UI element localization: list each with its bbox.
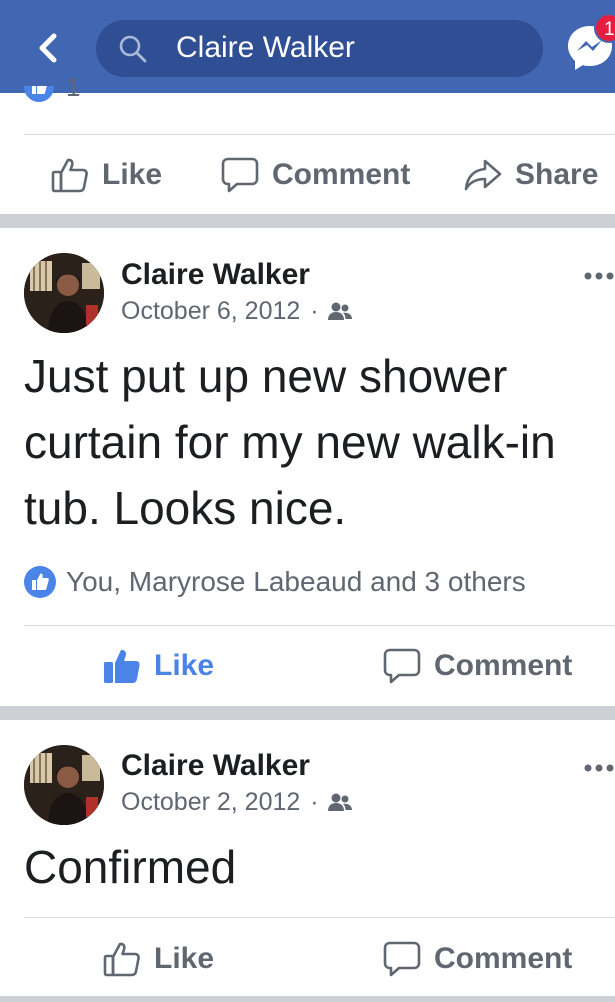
divider [24,917,615,918]
meta-separator: · [310,788,319,816]
post-date[interactable]: October 2, 2012 [121,788,300,817]
divider [24,134,615,135]
feed-separator [0,706,615,720]
reactions-summary[interactable]: You, Maryrose Labeaud and 3 others [24,566,526,598]
reaction-count: 1 [66,72,81,102]
divider [24,625,615,626]
comment-icon [383,941,421,977]
like-button[interactable]: Like [102,646,214,686]
post-text: Just put up new shower curtain for my ne… [24,350,556,534]
comment-label: Comment [272,158,411,191]
post-meta: October 6, 2012 · [121,297,353,326]
like-button[interactable]: Like [50,155,162,195]
like-label: Like [154,942,215,975]
post-author[interactable]: Claire Walker [121,749,310,783]
more-icon [584,272,614,280]
comment-button[interactable]: Comment [382,646,572,686]
chevron-left-icon [39,33,57,63]
search-icon [119,35,147,63]
comment-label: Comment [434,942,573,975]
like-button[interactable]: Like [102,939,214,979]
like-label: Like [154,649,215,682]
comment-label: Comment [434,649,573,682]
feed-separator [0,996,615,1002]
more-icon [584,764,614,772]
share-button[interactable]: Share [463,155,598,195]
friends-icon [327,793,352,811]
avatar[interactable] [24,253,104,333]
feed-separator [0,214,615,228]
more-options-button[interactable] [580,760,615,776]
comment-icon [383,648,421,684]
thumbs-up-icon [103,942,140,977]
search-value: Claire Walker [176,31,355,64]
like-reaction-icon [24,566,56,598]
comment-button[interactable]: Comment [220,155,410,195]
more-options-button[interactable] [580,268,615,284]
back-button[interactable] [28,28,68,68]
top-bar: Claire Walker 1 [0,0,615,93]
comment-icon [221,157,259,193]
reactions-text: You, Maryrose Labeaud and 3 others [66,566,526,597]
like-label: Like [102,158,163,191]
share-icon [464,159,502,191]
share-label: Share [515,158,599,191]
post-date[interactable]: October 6, 2012 [121,297,300,326]
comment-button[interactable]: Comment [382,939,572,979]
search-input[interactable]: Claire Walker [96,20,543,77]
friends-icon [327,302,352,320]
thumbs-up-icon [51,158,88,193]
post-text: Confirmed [24,841,237,893]
thumbs-up-filled-icon [104,649,140,683]
post-meta: October 2, 2012 · [121,788,353,817]
like-reaction-icon [24,86,54,102]
avatar[interactable] [24,745,104,825]
post-author[interactable]: Claire Walker [121,258,310,292]
meta-separator: · [310,297,319,325]
